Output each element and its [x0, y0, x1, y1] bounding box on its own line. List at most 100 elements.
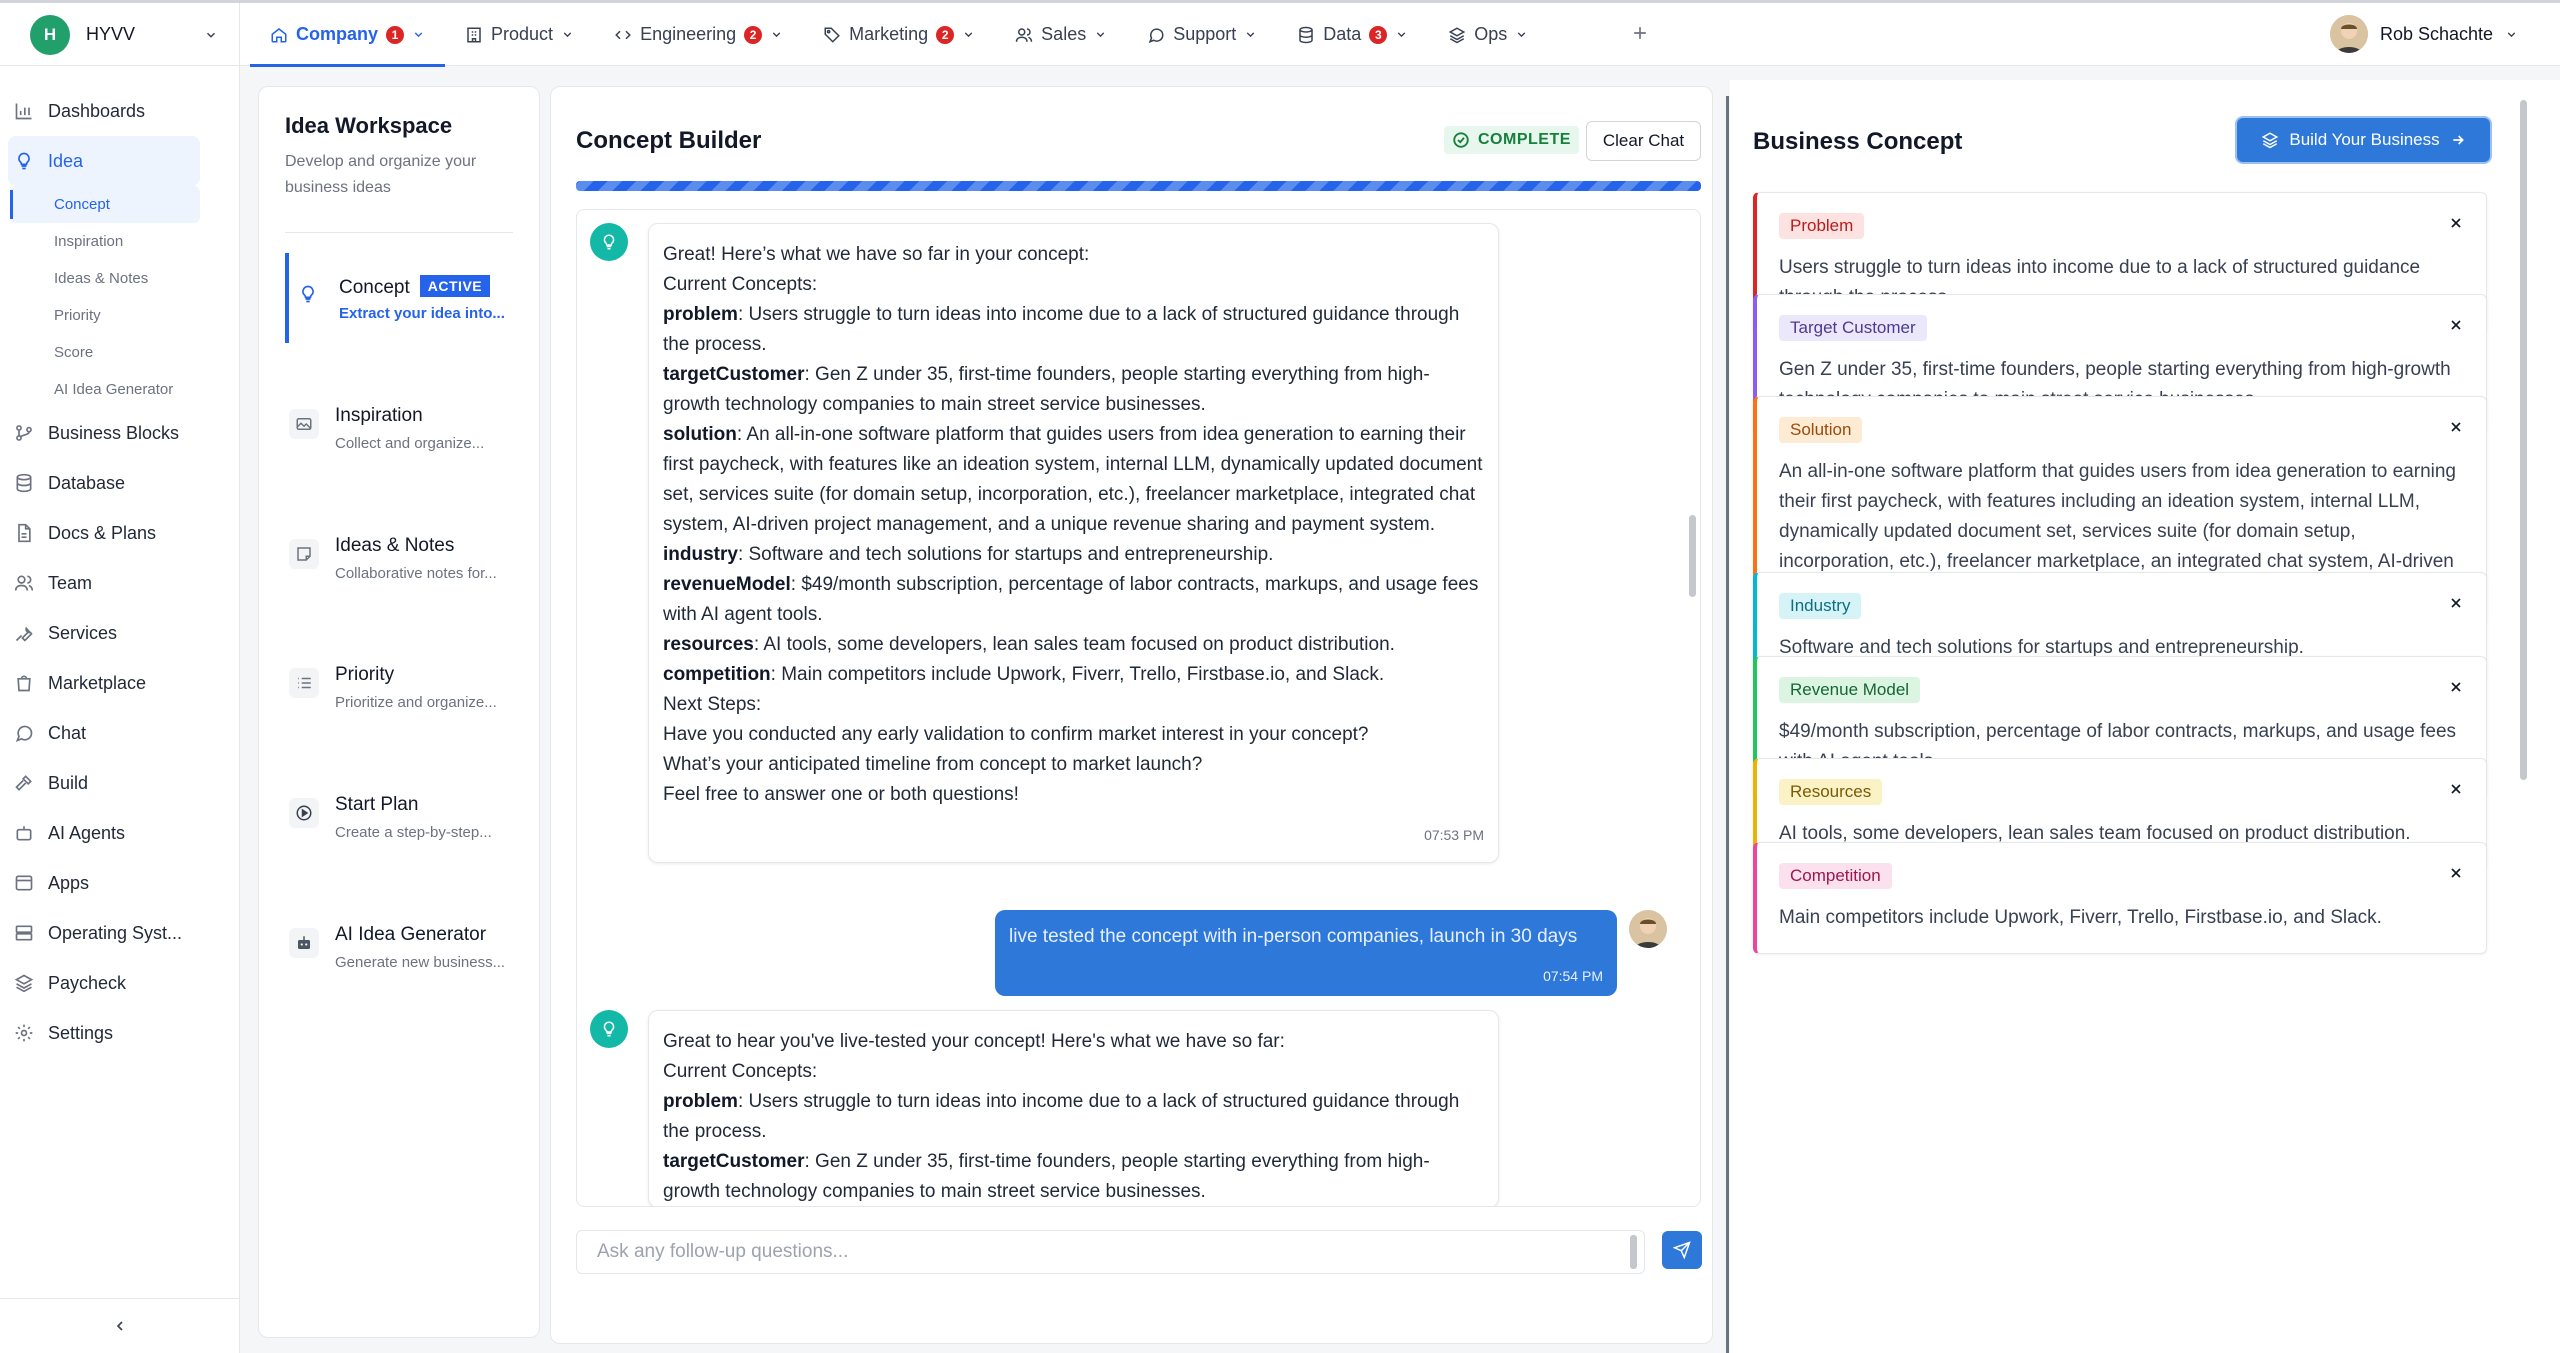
step-inspiration[interactable]: Inspiration Collect and organize... — [285, 383, 525, 473]
bar-chart-icon — [15, 103, 32, 120]
step-ideas-notes[interactable]: Ideas & Notes Collaborative notes for... — [285, 513, 525, 603]
close-icon[interactable] — [2448, 317, 2464, 333]
step-concept[interactable]: Concept ACTIVE Extract your idea into... — [285, 253, 525, 343]
concept-text: Next Steps: — [663, 694, 762, 715]
play-circle-icon — [289, 798, 319, 828]
step-ai-idea-generator[interactable]: AI Idea Generator Generate new business.… — [285, 902, 525, 992]
sidebar-item-paycheck[interactable]: Paycheck — [0, 958, 240, 1008]
message-line: Have you conducted any early validation … — [663, 720, 1484, 750]
sidebar-subitem-concept[interactable]: Concept — [10, 186, 200, 223]
users-icon — [1015, 27, 1033, 42]
tab-data[interactable]: Data 3 — [1277, 3, 1428, 66]
lightbulb-icon — [293, 279, 323, 309]
sidebar-subitem-inspiration[interactable]: Inspiration — [0, 223, 240, 260]
step-description: Collaborative notes for... — [335, 565, 497, 582]
message-line: Feel free to answer one or both question… — [663, 780, 1484, 810]
server-icon — [15, 925, 33, 941]
sidebar-subitem-ai-idea-generator[interactable]: AI Idea Generator — [0, 371, 240, 408]
tab-product[interactable]: Product — [445, 3, 594, 66]
database-icon — [1299, 26, 1313, 43]
message-line: resources: AI tools, some developers, le… — [663, 630, 1484, 660]
user-menu[interactable]: Rob Schachte — [2330, 15, 2518, 53]
step-title: Inspiration — [335, 405, 423, 426]
sidebar-item-chat[interactable]: Chat — [0, 708, 240, 758]
concept-text: Current Concepts: — [663, 1061, 818, 1082]
card-label: Resources — [1779, 779, 1883, 805]
message-line: industry: Software and tech solutions fo… — [663, 540, 1484, 570]
list-icon — [289, 668, 319, 698]
chat-thread[interactable]: Great! Here’s what we have so far in you… — [576, 209, 1701, 1207]
concept-key: targetCustomer — [663, 364, 805, 385]
sidebar-item-settings[interactable]: Settings — [0, 1008, 240, 1058]
step-description: Prioritize and organize... — [335, 694, 497, 711]
concept-key: problem — [663, 1091, 738, 1112]
sidebar-item-apps[interactable]: Apps — [0, 858, 240, 908]
close-icon[interactable] — [2448, 419, 2464, 435]
tab-ops[interactable]: Ops — [1428, 3, 1548, 66]
robot-icon — [16, 826, 32, 841]
tab-marketing[interactable]: Marketing 2 — [803, 3, 995, 66]
clear-chat-button[interactable]: Clear Chat — [1586, 121, 1701, 161]
sidebar-item-services[interactable]: Services — [0, 608, 240, 658]
message-line: revenueModel: $49/month subscription, pe… — [663, 570, 1484, 630]
send-button[interactable] — [1662, 1231, 1702, 1269]
sidebar-item-build[interactable]: Build — [0, 758, 240, 808]
close-icon[interactable] — [2448, 865, 2464, 881]
lightbulb-icon — [18, 152, 30, 170]
panel-divider[interactable] — [1726, 96, 1729, 1353]
close-icon[interactable] — [2448, 781, 2464, 797]
sidebar-subitem-priority[interactable]: Priority — [0, 297, 240, 334]
sidebar-item-business-blocks[interactable]: Business Blocks — [0, 408, 240, 458]
close-icon[interactable] — [2448, 595, 2464, 611]
sidebar-item-marketplace[interactable]: Marketplace — [0, 658, 240, 708]
close-icon[interactable] — [2448, 679, 2464, 695]
sidebar-item-operating-system[interactable]: Operating Syst... — [0, 908, 240, 958]
chevron-down-icon — [1398, 32, 1406, 38]
concept-text: : AI tools, some developers, lean sales … — [753, 634, 1395, 655]
sidebar-item-label: Docs & Plans — [48, 522, 157, 543]
tab-engineering[interactable]: Engineering 2 — [594, 3, 803, 66]
concept-builder-panel: Concept Builder COMPLETE Clear Chat Grea… — [550, 86, 1713, 1344]
sidebar-item-label: Operating Syst... — [48, 922, 183, 943]
sidebar-subitem-ideas-notes[interactable]: Ideas & Notes — [0, 260, 240, 297]
notification-badge: 2 — [744, 25, 763, 44]
sidebar-item-database[interactable]: Database — [0, 458, 240, 508]
tab-sales[interactable]: Sales — [995, 3, 1127, 66]
sidebar-item-dashboards[interactable]: Dashboards — [0, 86, 240, 136]
build-your-business-button[interactable]: Build Your Business — [2237, 118, 2490, 162]
concept-key: industry — [663, 544, 738, 565]
tab-company[interactable]: Company 1 — [250, 3, 446, 67]
step-title: Ideas & Notes — [335, 535, 455, 556]
close-icon[interactable] — [2448, 215, 2464, 231]
message-line: competition: Main competitors include Up… — [663, 660, 1484, 690]
sidebar-item-docs-plans[interactable]: Docs & Plans — [0, 508, 240, 558]
concept-key: competition — [663, 664, 771, 685]
concept-text: What’s your anticipated timeline from co… — [663, 754, 1203, 775]
sidebar-nav: Dashboards Idea Concept Inspiration Idea… — [0, 86, 240, 1058]
follow-up-input[interactable] — [576, 1230, 1645, 1274]
sidebar-item-team[interactable]: Team — [0, 558, 240, 608]
message-body: Great! Here’s what we have so far in you… — [663, 240, 1484, 810]
card-label: Problem — [1779, 213, 1865, 239]
brand-logo: H — [30, 14, 70, 55]
avatar — [2330, 15, 2368, 53]
tab-label: Marketing — [849, 24, 929, 44]
sidebar-item-ai-agents[interactable]: AI Agents — [0, 808, 240, 858]
scrollbar-thumb[interactable] — [2520, 100, 2527, 780]
concept-text: Great! Here’s what we have so far in you… — [663, 244, 1090, 265]
sidebar-item-idea[interactable]: Idea — [8, 136, 200, 186]
step-priority[interactable]: Priority Prioritize and organize... — [285, 642, 525, 732]
add-tab-icon[interactable] — [1630, 23, 1650, 43]
tab-support[interactable]: Support — [1127, 3, 1277, 66]
tab-label: Company — [296, 24, 379, 44]
sidebar-subitem-score[interactable]: Score — [0, 334, 240, 371]
step-start-plan[interactable]: Start Plan Create a step-by-step... — [285, 772, 525, 862]
concept-text: : Software and tech solutions for startu… — [737, 544, 1274, 565]
tab-label: Sales — [1041, 24, 1087, 44]
workspace-switcher[interactable]: H HYVV — [0, 3, 240, 66]
sidebar-item-label: Database — [48, 472, 126, 493]
chevron-down-icon — [1518, 32, 1526, 38]
collapse-sidebar-button[interactable] — [0, 1298, 240, 1353]
progress-bar — [576, 181, 1701, 191]
scrollbar-thumb[interactable] — [1689, 515, 1696, 597]
